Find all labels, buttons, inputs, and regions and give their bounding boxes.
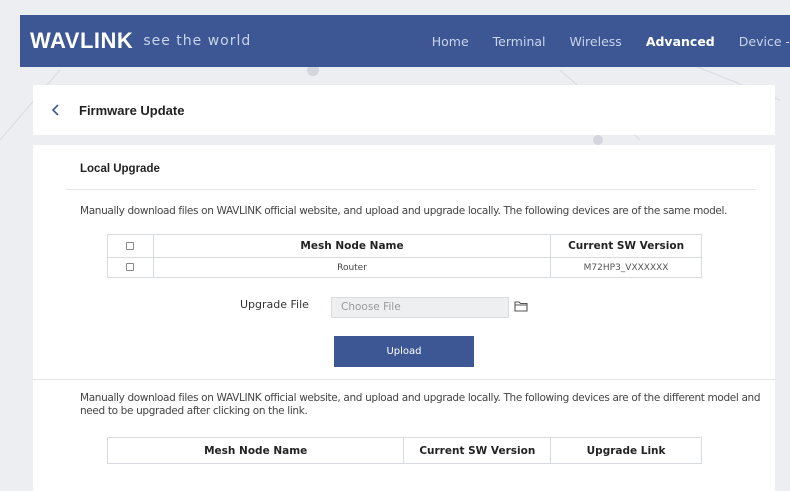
node-name-cell: Router: [152, 257, 552, 278]
logo-tagline: see the world: [143, 33, 252, 49]
page-title: Firmware Update: [79, 102, 185, 118]
row-checkbox[interactable]: [126, 263, 135, 271]
logo-text: WAVLINK: [30, 28, 134, 53]
column-header-mesh-node-name: Mesh Node Name: [152, 234, 552, 258]
sw-version-cell: M72HP3_VXXXXXX: [550, 257, 702, 278]
column-header-upgrade-link: Upgrade Link: [550, 437, 702, 464]
section-divider-2: [33, 379, 775, 380]
table-header-row: Mesh Node Name Current SW Version: [107, 234, 702, 258]
top-header: WAVLINK see the world Home Terminal Wire…: [20, 15, 790, 67]
nav-wireless[interactable]: Wireless: [570, 34, 622, 49]
main-nav: Home Terminal Wireless Advanced Device -: [408, 15, 790, 67]
different-model-description-line2: need to be upgraded after clicking on th…: [80, 405, 308, 417]
choose-file-input[interactable]: Choose File: [331, 297, 509, 318]
select-all-cell: [107, 234, 154, 258]
column-header-mesh-node-name: Mesh Node Name: [106, 437, 405, 464]
table-row: Router M72HP3_VXXXXXX: [107, 257, 702, 278]
device-table-different-model: Mesh Node Name Current SW Version Upgrad…: [106, 437, 702, 464]
nav-home[interactable]: Home: [432, 34, 469, 49]
select-all-checkbox[interactable]: [126, 242, 135, 250]
nav-terminal[interactable]: Terminal: [493, 34, 546, 49]
different-model-description: Manually download files on WAVLINK offic…: [80, 392, 770, 418]
table-header-row: Mesh Node Name Current SW Version Upgrad…: [106, 437, 702, 464]
column-header-current-sw-version: Current SW Version: [550, 234, 702, 258]
firmware-card: Local Upgrade Manually download files on…: [33, 145, 775, 491]
upgrade-file-label: Upgrade File: [240, 298, 309, 311]
page-title-bar: Firmware Update: [33, 85, 775, 135]
upload-button[interactable]: Upload: [334, 336, 474, 367]
device-table-same-model: Mesh Node Name Current SW Version Router…: [107, 234, 702, 278]
wavlink-logo[interactable]: WAVLINK see the world: [30, 28, 251, 54]
different-model-description-line1: Manually download files on WAVLINK offic…: [80, 392, 761, 404]
folder-icon[interactable]: [514, 300, 528, 312]
row-checkbox-cell: [107, 257, 154, 278]
nav-advanced[interactable]: Advanced: [646, 34, 715, 49]
same-model-description: Manually download files on WAVLINK offic…: [80, 205, 728, 217]
section-title-local-upgrade: Local Upgrade: [80, 163, 160, 175]
section-divider: [66, 189, 756, 190]
chevron-left-icon[interactable]: [49, 103, 63, 117]
column-header-current-sw-version: Current SW Version: [403, 437, 552, 464]
nav-device-dropdown[interactable]: Device -: [739, 34, 790, 49]
